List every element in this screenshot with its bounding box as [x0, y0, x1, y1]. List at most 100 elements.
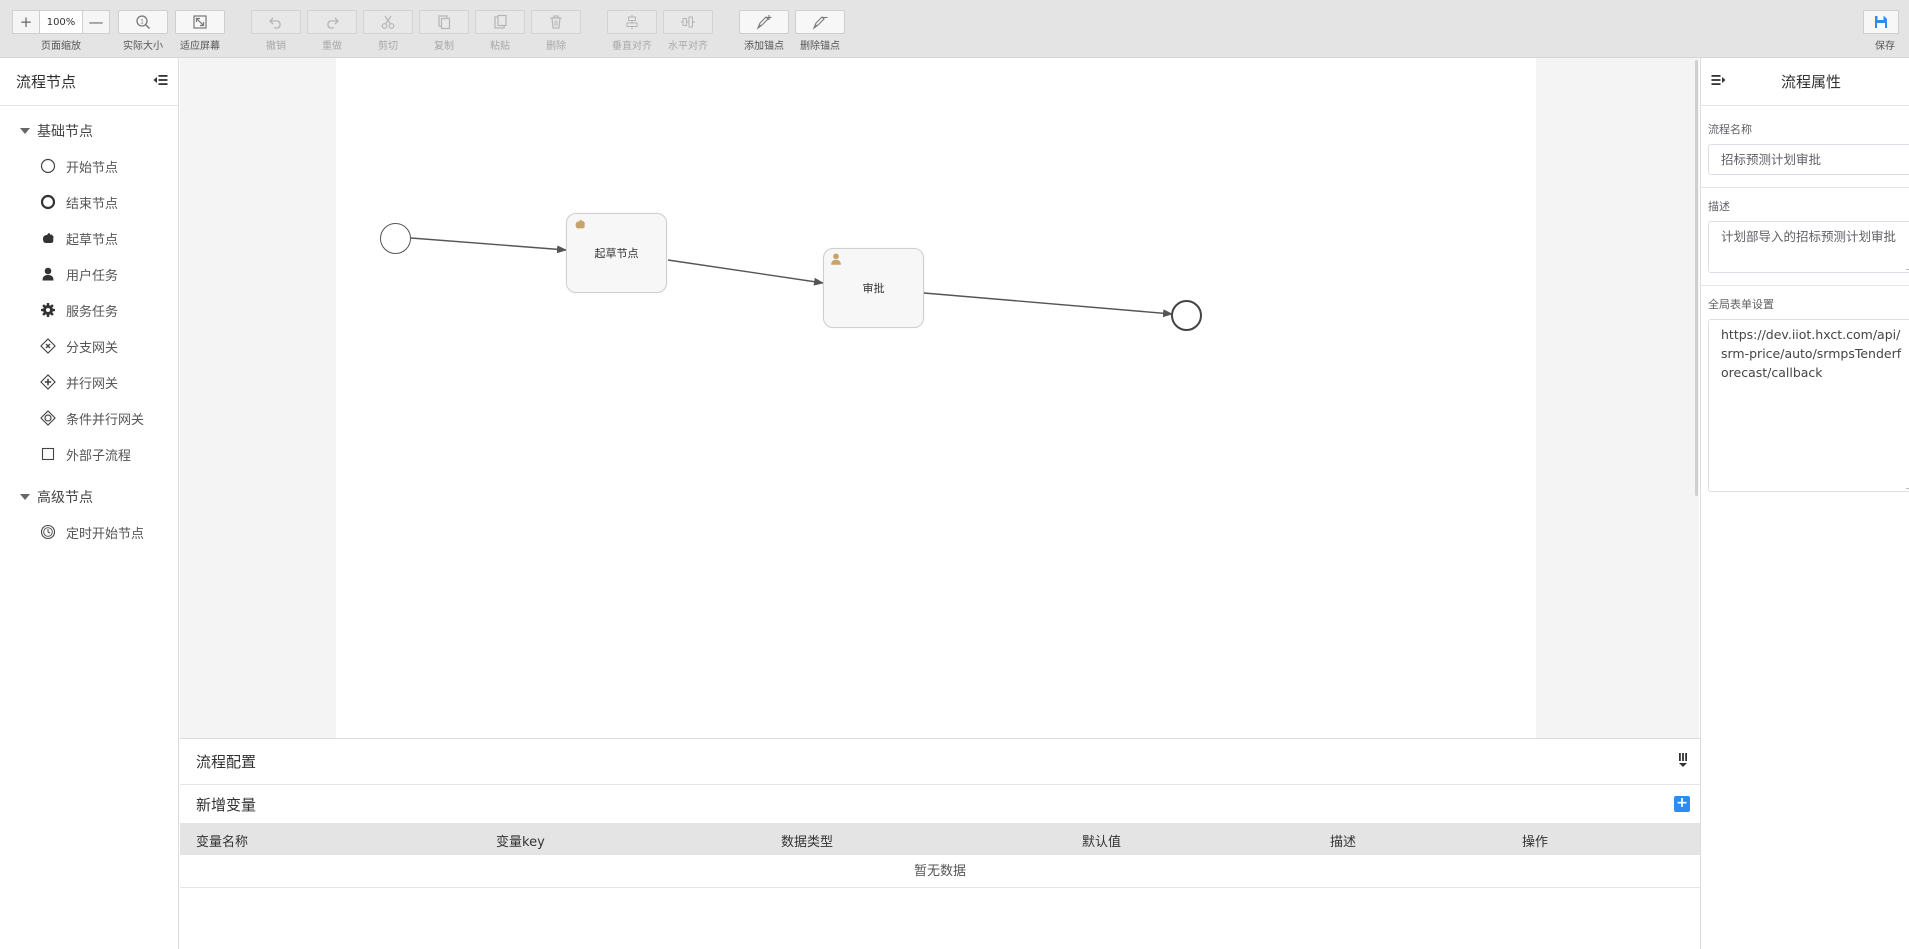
approve-node[interactable]: 审批 [823, 248, 924, 328]
palette-draft-node-label: 起草节点 [66, 232, 119, 248]
canvas-area[interactable]: 起草节点 审批 [180, 58, 1699, 738]
start-event[interactable] [380, 223, 411, 254]
trash-icon [550, 15, 562, 29]
collapse-right-panel-button[interactable] [1711, 73, 1727, 90]
palette-draft-node[interactable]: 起草节点 [0, 220, 178, 256]
add-variable-button[interactable]: + [1674, 796, 1690, 812]
collapse-left-panel-button[interactable] [152, 73, 168, 90]
zoom-out-button[interactable]: — [83, 11, 109, 33]
indent-right-icon [1711, 75, 1726, 85]
actual-size-label: 实际大小 [123, 41, 163, 52]
pen-minus-icon [812, 16, 828, 30]
group-advanced-nodes[interactable]: 高级节点 [0, 484, 178, 510]
zoom-control: + 100% — 页面缩放 [12, 10, 110, 52]
palette-start-node-label: 开始节点 [66, 160, 119, 176]
save-icon [1875, 16, 1887, 28]
cut-button[interactable] [363, 10, 413, 34]
palette-parallel-gateway-label: 并行网关 [66, 376, 119, 392]
paste-label: 粘贴 [490, 41, 510, 52]
palette-exclusive-gateway[interactable]: 分支网关 [0, 328, 178, 364]
node-palette-title: 流程节点 [16, 73, 77, 91]
user-icon [40, 266, 56, 282]
toggle-config-panel-button[interactable] [1676, 752, 1690, 771]
add-variable-title: 新增变量 [196, 795, 257, 814]
gear-icon [40, 302, 56, 318]
timer-icon [40, 524, 56, 540]
fit-screen-label: 适应屏幕 [180, 41, 220, 52]
global-form-value: https://dev.iiot.hxct.com/api/srm-price/… [1721, 327, 1902, 380]
column-description: 描述 [1330, 835, 1357, 850]
palette-end-node[interactable]: 结束节点 [0, 184, 178, 220]
actual-size-button[interactable]: 1 [118, 10, 168, 34]
indent-left-icon [153, 75, 168, 85]
collapse-down-icon [1679, 753, 1687, 767]
zoom-value: 100% [39, 11, 83, 33]
sequence-flow-start-to-draft[interactable] [410, 237, 567, 254]
draft-node-label: 起草节点 [594, 247, 639, 260]
delete-button[interactable] [531, 10, 581, 34]
process-name-input[interactable]: 招标预测计划审批 [1708, 144, 1909, 175]
node-palette-header: 流程节点 [0, 58, 178, 106]
palette-external-subprocess-label: 外部子流程 [66, 448, 132, 464]
process-config-header: 流程配置 [180, 739, 1700, 785]
user-icon [829, 252, 843, 269]
sequence-flow-approve-to-end[interactable] [923, 292, 1173, 318]
toolbar: + 100% — 页面缩放 1 实际大小 适应屏幕 撤销 重做 剪切 复制 粘贴… [0, 0, 1909, 58]
global-form-textarea[interactable]: https://dev.iiot.hxct.com/api/srm-price/… [1708, 319, 1909, 492]
save-label: 保存 [1875, 41, 1895, 52]
delete-label: 删除 [546, 41, 566, 52]
zoom-in-button[interactable]: + [13, 11, 39, 33]
group-basic-nodes[interactable]: 基础节点 [0, 118, 178, 144]
properties-panel-title: 流程属性 [1780, 73, 1841, 91]
exclusive-gateway-icon [40, 338, 56, 354]
cut-label: 剪切 [378, 41, 398, 52]
remove-anchor-button[interactable] [795, 10, 845, 34]
canvas-scrollbar[interactable] [1695, 60, 1698, 496]
align-horizontal-label: 水平对齐 [668, 41, 708, 52]
description-textarea[interactable]: 计划部导入的招标预测计划审批 [1708, 221, 1909, 273]
process-config-panel: 流程配置 新增变量 + 变量名称 变量key 数据类型 默认值 描述 操作 暂无… [180, 738, 1700, 949]
copy-icon [438, 15, 451, 30]
palette-timer-start-node[interactable]: 定时开始节点 [0, 514, 178, 550]
palette-inclusive-gateway[interactable]: 条件并行网关 [0, 400, 178, 436]
properties-panel-header: 流程属性 [1701, 58, 1909, 106]
align-vertical-label: 垂直对齐 [612, 41, 652, 52]
hand-icon [572, 217, 588, 234]
align-vertical-button[interactable] [607, 10, 657, 34]
zoom-reset-icon: 1 [136, 15, 151, 30]
save-button[interactable] [1863, 10, 1899, 34]
column-data-type: 数据类型 [781, 835, 834, 850]
add-anchor-label: 添加锚点 [744, 41, 784, 52]
align-horizontal-button[interactable] [663, 10, 713, 34]
end-event[interactable] [1171, 300, 1202, 331]
palette-parallel-gateway[interactable]: 并行网关 [0, 364, 178, 400]
add-anchor-button[interactable] [739, 10, 789, 34]
paste-button[interactable] [475, 10, 525, 34]
global-form-label: 全局表单设置 [1708, 298, 1774, 311]
palette-start-node[interactable]: 开始节点 [0, 148, 178, 184]
align-horizontal-icon [681, 16, 695, 28]
variables-table-header: 变量名称 变量key 数据类型 默认值 描述 操作 [180, 823, 1700, 855]
fit-screen-button[interactable] [175, 10, 225, 34]
node-palette: 流程节点 基础节点 开始节点 结束节点 起草节点 用户任务 服务任务 分支网关 … [0, 58, 179, 949]
align-vertical-icon [626, 15, 638, 29]
palette-service-task[interactable]: 服务任务 [0, 292, 178, 328]
column-variable-key: 变量key [496, 835, 545, 850]
undo-button[interactable] [251, 10, 301, 34]
description-label: 描述 [1708, 200, 1730, 213]
palette-user-task[interactable]: 用户任务 [0, 256, 178, 292]
sequence-flow-draft-to-approve[interactable] [667, 259, 824, 286]
column-actions: 操作 [1522, 835, 1549, 850]
palette-inclusive-gateway-label: 条件并行网关 [66, 412, 145, 428]
palette-timer-start-node-label: 定时开始节点 [66, 526, 145, 542]
caret-down-icon [20, 494, 30, 500]
description-value: 计划部导入的招标预测计划审批 [1721, 229, 1897, 244]
square-icon [40, 446, 56, 462]
redo-button[interactable] [307, 10, 357, 34]
add-variable-bar: 新增变量 + [180, 785, 1700, 823]
draft-node[interactable]: 起草节点 [566, 213, 667, 293]
palette-user-task-label: 用户任务 [66, 268, 119, 284]
palette-external-subprocess[interactable]: 外部子流程 [0, 436, 178, 472]
copy-button[interactable] [419, 10, 469, 34]
paste-icon [494, 14, 507, 29]
